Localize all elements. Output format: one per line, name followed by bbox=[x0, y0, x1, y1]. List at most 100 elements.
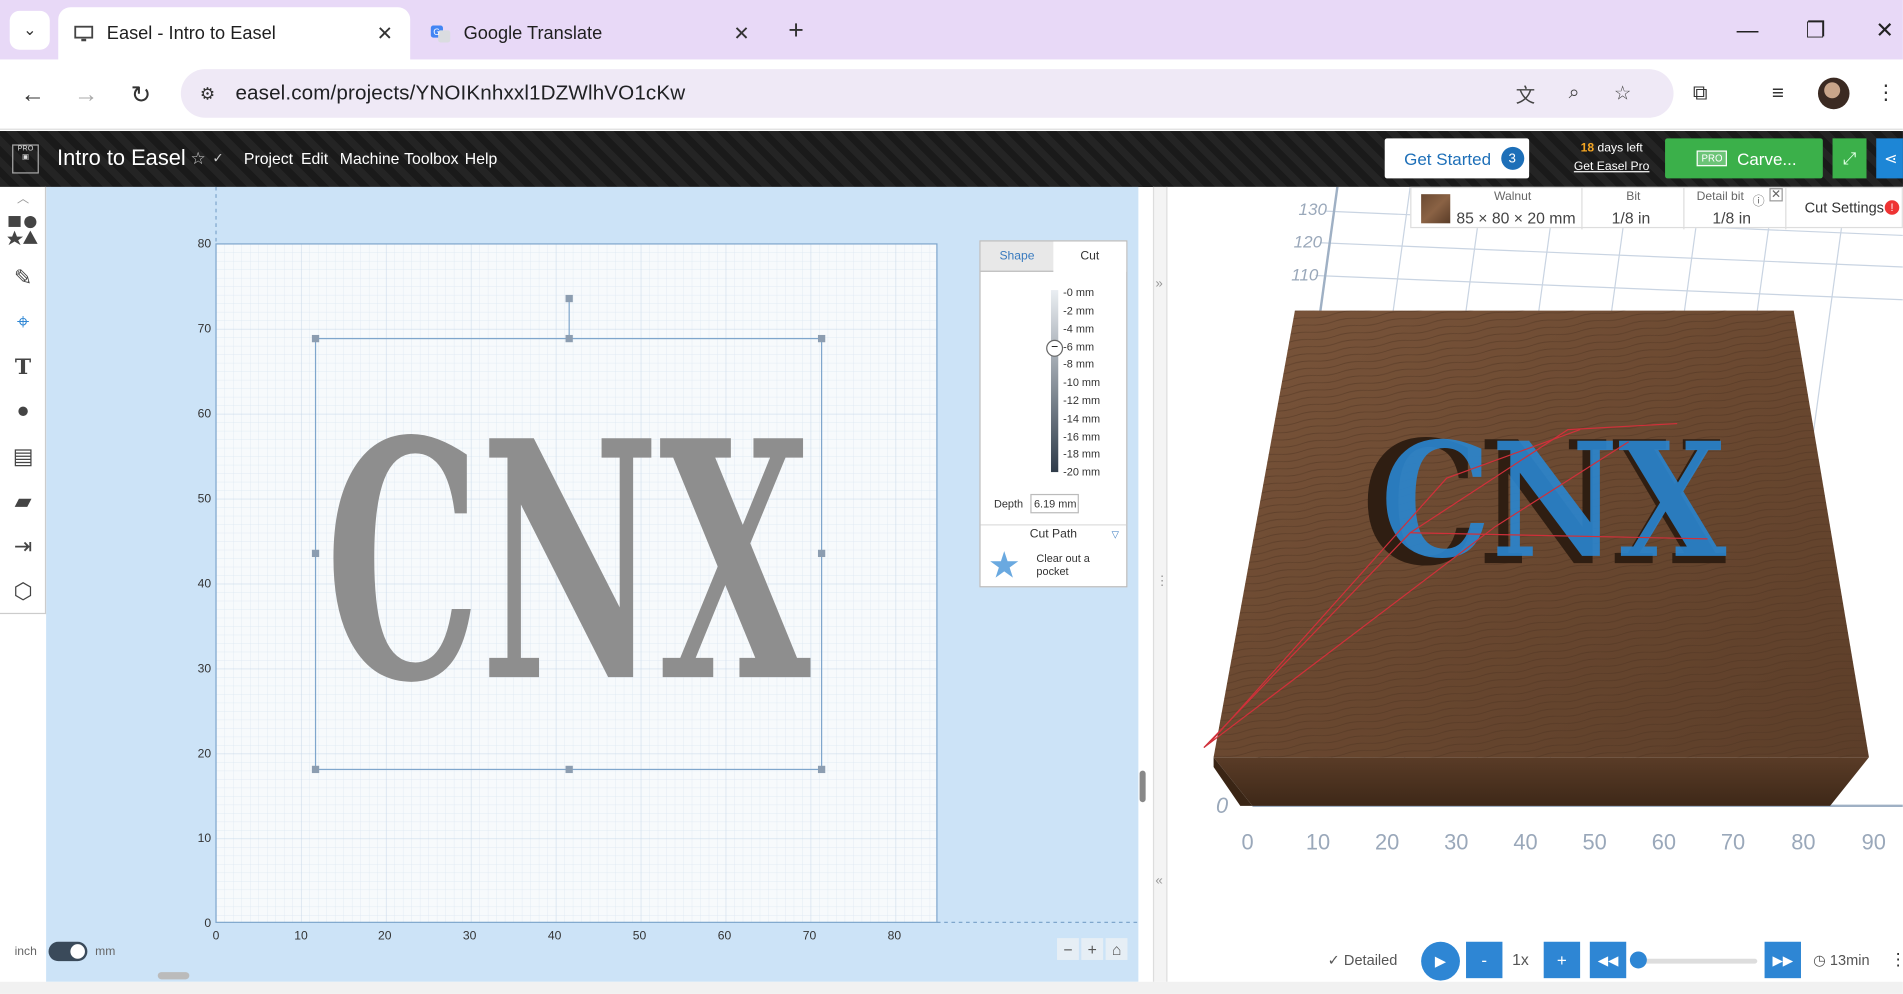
get-easel-pro-link[interactable]: Get Easel Pro bbox=[1573, 160, 1651, 173]
resize-handle[interactable] bbox=[817, 334, 826, 343]
rotate-handle[interactable] bbox=[565, 294, 573, 303]
forward-icon[interactable]: → bbox=[69, 78, 103, 112]
restore-icon[interactable]: ❐ bbox=[1800, 15, 1832, 47]
text-object-cnx[interactable]: CNX bbox=[325, 370, 811, 755]
home-icon[interactable]: ⌂ bbox=[1105, 938, 1128, 960]
cut-path-header[interactable]: Cut Path bbox=[980, 524, 1127, 543]
close-icon[interactable]: ✕ bbox=[1769, 188, 1783, 202]
cut-path-dropdown-icon[interactable]: ▽ bbox=[1112, 529, 1119, 540]
import-icon[interactable]: ⇥ bbox=[5, 528, 41, 564]
3d-x-tick: 20 bbox=[1375, 830, 1399, 855]
y-tick: 30 bbox=[198, 661, 212, 675]
tab-cut[interactable]: Cut bbox=[1053, 241, 1127, 272]
help-icon[interactable]: ⓘ bbox=[1752, 191, 1764, 208]
get-started-button[interactable]: Get Started 3 bbox=[1384, 138, 1530, 179]
design-canvas-area[interactable]: 80 70 60 50 40 30 20 10 0 0 10 20 30 40 … bbox=[15, 186, 1139, 982]
material-name[interactable]: Walnut bbox=[1494, 191, 1531, 204]
favorite-star-icon[interactable]: ☆ bbox=[191, 148, 206, 169]
detailed-toggle[interactable]: ✓ Detailed bbox=[1328, 951, 1398, 968]
close-icon[interactable]: ✕ bbox=[371, 20, 398, 47]
depth-label: Depth bbox=[993, 497, 1024, 510]
unit-toggle[interactable]: inch mm bbox=[15, 941, 115, 962]
menu-project[interactable]: Project bbox=[244, 149, 293, 167]
depth-tick: -8 mm bbox=[1063, 358, 1095, 371]
horizontal-scrollbar[interactable] bbox=[157, 972, 190, 980]
carve-button[interactable]: PRO Carve... bbox=[1665, 138, 1823, 179]
url-text[interactable]: easel.com/projects/YNOIKnhxxl1DZWlhVO1cK… bbox=[235, 81, 685, 105]
menu-help[interactable]: Help bbox=[465, 149, 497, 167]
apps-icon[interactable]: ▰ bbox=[5, 483, 41, 519]
tab-google-translate[interactable]: G Google Translate ✕ bbox=[415, 7, 767, 59]
3d-preview-canvas[interactable]: CNX CNX 130 120 110 0 0 10 20 30 40 50 6… bbox=[1167, 186, 1903, 982]
zoom-in-button[interactable]: + bbox=[1081, 938, 1104, 960]
resize-handle[interactable] bbox=[565, 334, 573, 343]
resize-handle[interactable] bbox=[311, 765, 320, 774]
resize-handle[interactable] bbox=[817, 549, 826, 558]
minimize-icon[interactable]: — bbox=[1732, 15, 1764, 47]
window-close-icon[interactable]: ✕ bbox=[1869, 15, 1901, 47]
3d-box-icon[interactable]: ⬡ bbox=[5, 573, 41, 609]
back-icon[interactable]: ← bbox=[16, 78, 50, 112]
resize-handle[interactable] bbox=[311, 334, 320, 343]
new-tab-button[interactable]: + bbox=[780, 15, 812, 47]
icon-library-icon[interactable]: ● bbox=[5, 392, 41, 428]
share-icon[interactable]: ⋖ bbox=[1876, 138, 1903, 179]
text-tool-icon[interactable]: T bbox=[5, 348, 41, 384]
shapes-icon[interactable] bbox=[5, 211, 41, 247]
fast-forward-button[interactable]: ▶▶ bbox=[1764, 941, 1801, 979]
translate-page-icon[interactable]: 文 bbox=[1512, 80, 1539, 107]
detail-bit-value[interactable]: 1/8 in bbox=[1712, 209, 1751, 227]
menu-machine[interactable]: Machine bbox=[340, 149, 400, 167]
resize-handle[interactable] bbox=[817, 765, 826, 774]
project-title[interactable]: Intro to Easel bbox=[57, 146, 186, 171]
pen-tool-icon[interactable]: ✎ bbox=[5, 260, 41, 296]
play-button[interactable]: ▶ bbox=[1421, 941, 1460, 981]
resize-handle[interactable] bbox=[565, 765, 573, 774]
more-menu-icon[interactable]: ⋮ bbox=[1871, 79, 1900, 108]
depth-input[interactable]: 6.19 mm bbox=[1030, 493, 1079, 514]
material-swatch[interactable] bbox=[1421, 194, 1451, 224]
material-size[interactable]: 85 × 80 × 20 mm bbox=[1456, 209, 1575, 227]
collapse-icon[interactable]: ︿ bbox=[5, 187, 41, 206]
tab-search-button[interactable]: ⌄ bbox=[9, 10, 50, 50]
3d-x-tick: 80 bbox=[1791, 830, 1815, 855]
cut-path-description[interactable]: Clear out a pocket bbox=[1036, 552, 1109, 579]
more-options-icon[interactable]: ⋮ bbox=[1890, 949, 1903, 970]
bookmark-star-icon[interactable]: ☆ bbox=[1609, 80, 1636, 107]
tab-easel[interactable]: Easel - Intro to Easel ✕ bbox=[58, 7, 411, 60]
media-control-icon[interactable]: ≡ bbox=[1763, 79, 1792, 108]
expand-right-icon[interactable]: » bbox=[1155, 277, 1162, 292]
zoom-out-button[interactable]: − bbox=[1057, 938, 1079, 960]
design-canvas[interactable]: 80 70 60 50 40 30 20 10 0 0 10 20 30 40 … bbox=[46, 186, 1139, 982]
pocket-star-icon[interactable]: ★ bbox=[988, 548, 1024, 585]
panel-divider[interactable]: » ⋮ « bbox=[1152, 186, 1169, 982]
bit-value[interactable]: 1/8 in bbox=[1612, 209, 1651, 227]
cut-settings-button[interactable]: Cut Settings bbox=[1805, 199, 1884, 216]
zoom-icon[interactable]: ⌕ bbox=[1561, 80, 1588, 107]
close-icon[interactable]: ✕ bbox=[728, 20, 755, 47]
resize-handle[interactable] bbox=[311, 549, 320, 558]
tab-shape[interactable]: Shape bbox=[980, 241, 1054, 272]
site-settings-icon[interactable]: ⚙ bbox=[195, 81, 219, 105]
reload-icon[interactable]: ↻ bbox=[124, 78, 158, 112]
faster-button[interactable]: + bbox=[1543, 941, 1581, 979]
menu-edit[interactable]: Edit bbox=[301, 149, 328, 167]
3d-preview[interactable]: CNX CNX 130 120 110 0 0 10 20 30 40 50 6… bbox=[1167, 186, 1903, 982]
address-bar[interactable]: ⚙ easel.com/projects/YNOIKnhxxl1DZWlhVO1… bbox=[180, 69, 1674, 118]
rewind-button[interactable]: ◀◀ bbox=[1589, 941, 1627, 979]
point-tool-icon[interactable]: ⌖ bbox=[5, 303, 41, 339]
easel-pro-logo[interactable]: PRO ▣ bbox=[12, 144, 39, 174]
depth-slider-track[interactable] bbox=[1050, 290, 1059, 473]
ruler-icon[interactable]: ▤ bbox=[5, 438, 41, 474]
menu-toolbox[interactable]: Toolbox bbox=[404, 149, 458, 167]
fullscreen-icon[interactable]: ⤢ bbox=[1832, 138, 1867, 179]
extensions-icon[interactable]: ⧉ bbox=[1686, 79, 1715, 108]
depth-slider-handle[interactable]: − bbox=[1046, 339, 1064, 357]
progress-track[interactable] bbox=[1640, 958, 1758, 964]
unit-switch[interactable] bbox=[48, 941, 88, 962]
expand-left-icon[interactable]: « bbox=[1155, 874, 1162, 889]
profile-avatar[interactable] bbox=[1817, 77, 1850, 110]
slower-button[interactable]: - bbox=[1466, 941, 1503, 979]
progress-handle[interactable] bbox=[1629, 951, 1647, 969]
vertical-scrollbar[interactable] bbox=[1139, 770, 1146, 803]
